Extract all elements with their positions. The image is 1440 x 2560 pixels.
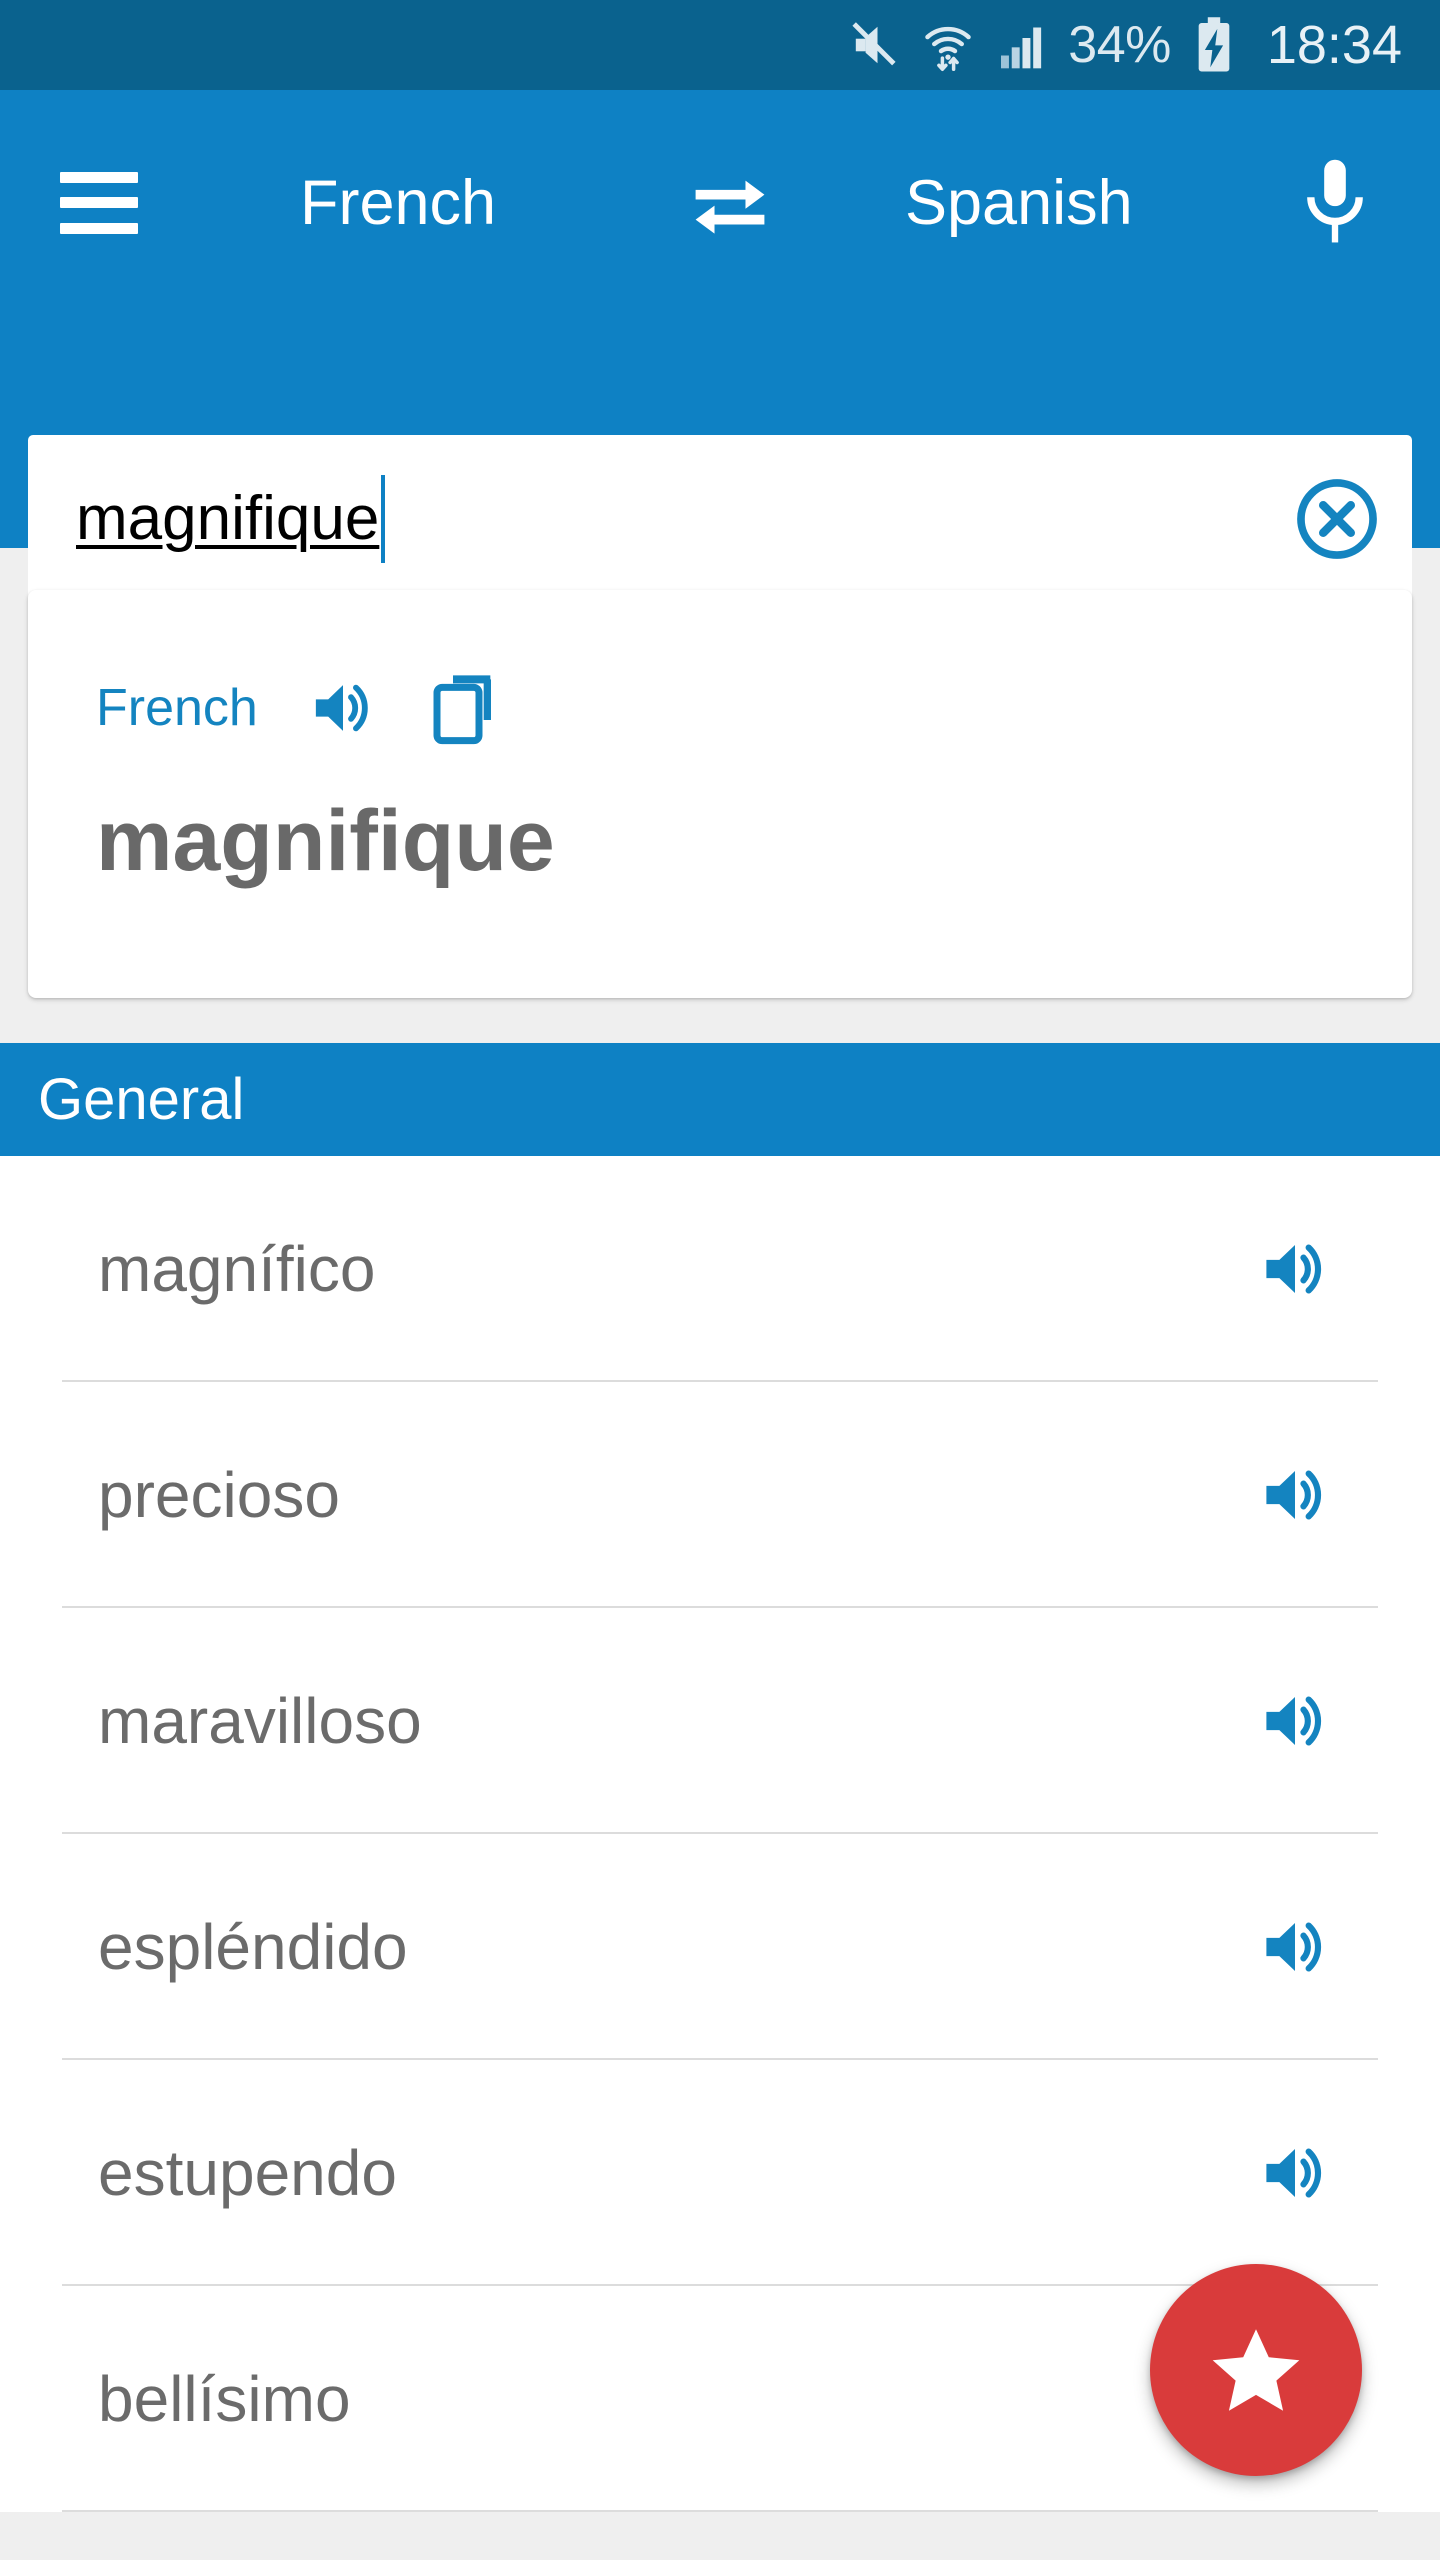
favorite-fab-button[interactable] <box>1150 2264 1362 2476</box>
app-bar-row: French Spanish <box>0 90 1440 315</box>
table-row[interactable]: precioso <box>0 1382 1440 1608</box>
battery-percent: 34% <box>1068 16 1171 74</box>
source-language-selector[interactable]: French <box>300 167 496 239</box>
translation-word: espléndido <box>98 1911 408 1983</box>
mute-icon <box>846 17 902 73</box>
signal-icon <box>994 17 1050 73</box>
microphone-icon[interactable] <box>1290 148 1380 258</box>
text-cursor <box>381 475 386 563</box>
speaker-icon[interactable] <box>1240 1892 1350 2002</box>
copy-icon[interactable] <box>428 668 502 748</box>
menu-line <box>60 171 138 183</box>
wifi-icon <box>920 17 976 73</box>
section-title: General <box>38 1066 245 1132</box>
status-bar: 34% 18:34 <box>0 0 1440 90</box>
target-language-selector[interactable]: Spanish <box>905 167 1133 239</box>
card-header: French <box>96 668 502 748</box>
speaker-icon[interactable] <box>1240 1214 1350 1324</box>
card-language-label: French <box>96 679 258 737</box>
menu-line <box>60 197 138 208</box>
translation-word: magnífico <box>98 1233 376 1305</box>
translation-word: bellísimo <box>98 2363 351 2435</box>
table-row[interactable]: estupendo <box>0 2060 1440 2286</box>
speaker-icon[interactable] <box>1240 2118 1350 2228</box>
source-word-card: French magnifique <box>28 590 1412 998</box>
hamburger-menu-icon[interactable] <box>60 171 138 234</box>
table-row[interactable]: magnífico <box>0 1156 1440 1382</box>
translation-word: maravilloso <box>98 1685 422 1757</box>
section-header-general: General <box>0 1043 1440 1156</box>
menu-line <box>60 222 138 234</box>
search-input[interactable]: magnifique <box>28 435 1262 603</box>
speaker-icon[interactable] <box>306 671 380 745</box>
search-input-value: magnifique <box>76 484 380 553</box>
app-bar: French Spanish magnifique <box>0 90 1440 603</box>
status-clock: 18:34 <box>1266 15 1402 75</box>
speaker-icon[interactable] <box>1240 1666 1350 1776</box>
source-word: magnifique <box>96 793 555 889</box>
app-screen: 34% 18:34 French Spanish magnifique Fren… <box>0 0 1440 2560</box>
table-row[interactable]: espléndido <box>0 1834 1440 2060</box>
table-row[interactable]: maravilloso <box>0 1608 1440 1834</box>
translation-word: estupendo <box>98 2137 397 2209</box>
battery-charging-icon <box>1189 16 1239 74</box>
speaker-icon[interactable] <box>1240 1440 1350 1550</box>
swap-languages-icon[interactable] <box>680 163 780 243</box>
clear-search-icon[interactable] <box>1262 435 1412 603</box>
translation-word: precioso <box>98 1459 340 1531</box>
star-icon <box>1212 2329 1300 2411</box>
search-field[interactable]: magnifique <box>28 435 1412 603</box>
